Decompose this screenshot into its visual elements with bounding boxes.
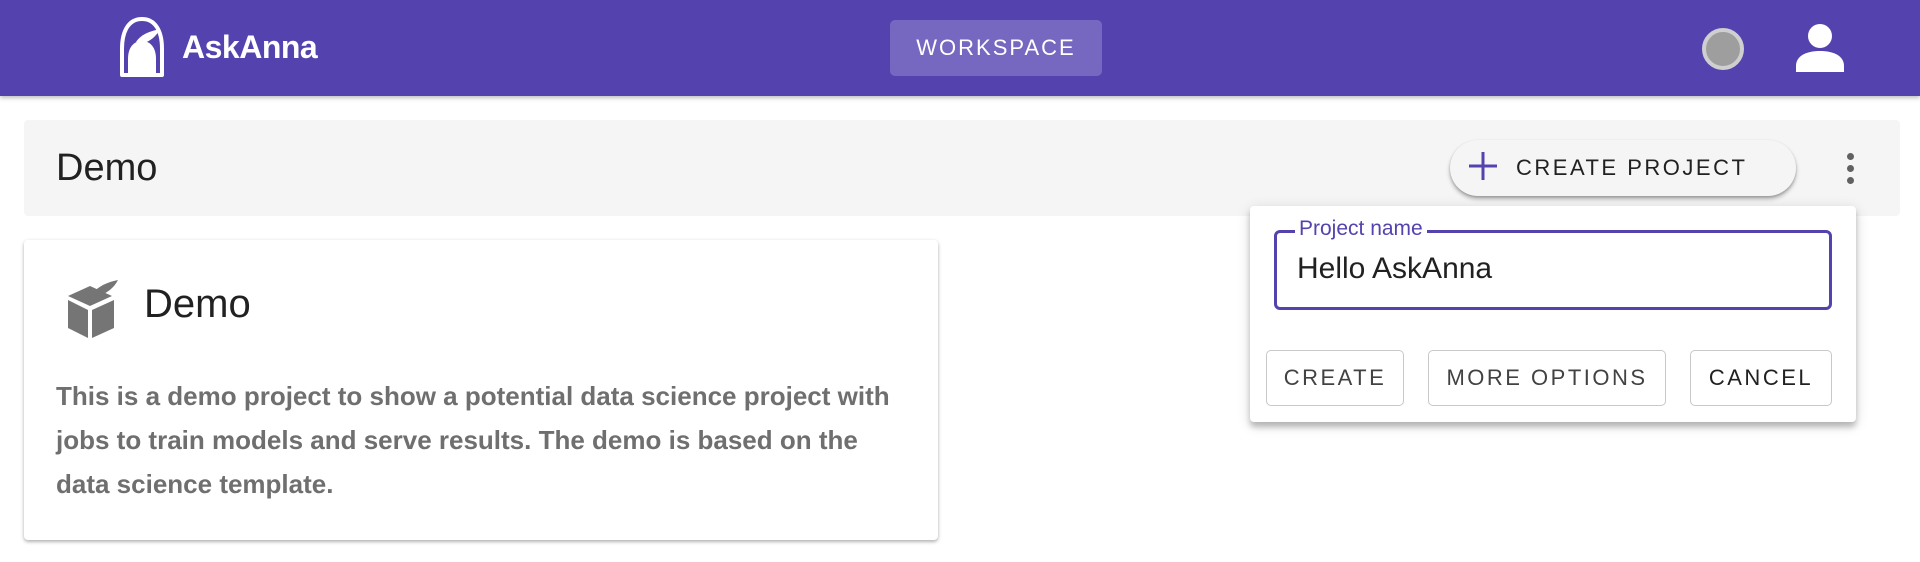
dots-vertical-icon[interactable] <box>1830 144 1870 192</box>
more-options-button[interactable]: MORE OPTIONS <box>1428 350 1666 406</box>
project-card-description: This is a demo project to show a potenti… <box>56 381 890 499</box>
workspace-title: Demo <box>56 147 158 189</box>
project-name-field[interactable]: Project name <box>1274 217 1832 310</box>
project-card[interactable]: Demo This is a demo project to show a po… <box>24 240 938 540</box>
project-card-title: Demo <box>144 282 251 326</box>
askanna-logo-icon <box>110 15 174 79</box>
project-name-input[interactable] <box>1297 249 1797 289</box>
status-circle-icon[interactable] <box>1702 28 1744 70</box>
account-button[interactable] <box>1790 18 1850 78</box>
project-name-label: Project name <box>1295 217 1427 241</box>
brand-name: AskAnna <box>182 28 318 65</box>
plus-icon <box>1468 151 1498 186</box>
create-button[interactable]: CREATE <box>1266 350 1404 406</box>
create-project-label: CREATE PROJECT <box>1516 155 1748 180</box>
create-project-button[interactable]: CREATE PROJECT <box>1450 140 1796 196</box>
workspace-button[interactable]: WORKSPACE <box>890 20 1102 76</box>
account-icon <box>1790 24 1850 82</box>
brand-logo-link[interactable]: AskAnna <box>110 14 318 80</box>
app-bar: AskAnna WORKSPACE <box>0 0 1920 96</box>
cancel-button[interactable]: CANCEL <box>1690 350 1832 406</box>
create-project-menu: Project name CREATE MORE OPTIONS CANCEL <box>1250 206 1856 422</box>
workspace-toolbar: Demo CREATE PROJECT <box>24 120 1900 216</box>
cube-icon <box>62 278 122 342</box>
